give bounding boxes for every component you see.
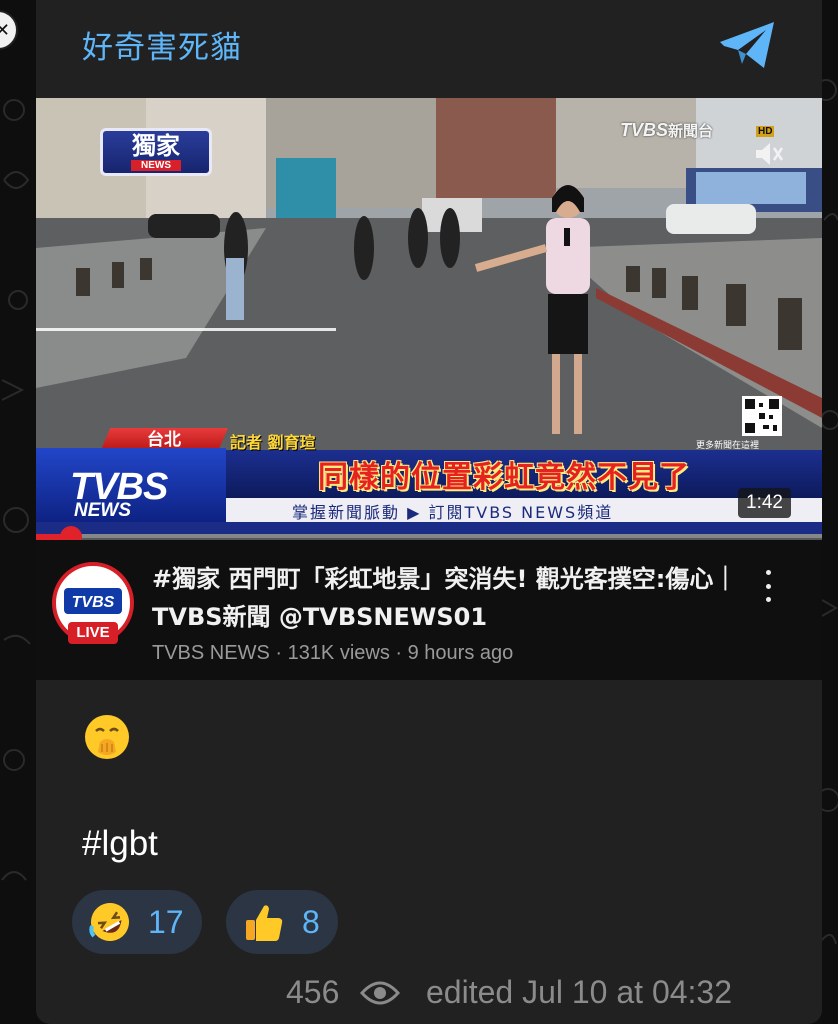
reaction-laughing[interactable]: 17 bbox=[72, 890, 202, 954]
telegram-share-icon[interactable] bbox=[716, 18, 778, 72]
hashtag-link[interactable]: #lgbt bbox=[82, 824, 158, 864]
exclusive-badge-text: 獨家 bbox=[132, 131, 180, 160]
live-badge: LIVE bbox=[68, 622, 118, 644]
eye-icon bbox=[360, 981, 400, 1005]
qr-code-pattern bbox=[745, 399, 779, 433]
channel-avatar-edge[interactable]: ✕ bbox=[0, 10, 18, 50]
reporter-tag: 記者 劉育瑄 bbox=[230, 433, 316, 452]
exclusive-badge: 獨家 NEWS bbox=[100, 128, 212, 176]
channel-bug-suffix: 新聞台 bbox=[668, 123, 714, 140]
qr-code bbox=[742, 396, 782, 436]
channel-bug-text: TVBS bbox=[620, 120, 669, 140]
avatar-logo-text: TVBS bbox=[72, 594, 115, 611]
ticker-text: 掌握新聞脈動 ▶ 訂閱TVBS NEWS頻道 bbox=[292, 503, 614, 522]
mute-icon[interactable] bbox=[752, 140, 784, 168]
reaction-count: 17 bbox=[148, 903, 184, 940]
video-title[interactable]: #獨家 西門町「彩虹地景」突消失! 觀光客撲空:傷心｜ TVBS新聞 @TVBS… bbox=[152, 560, 752, 636]
reaction-thumbs-up[interactable]: 8 bbox=[226, 890, 338, 954]
hd-badge: HD bbox=[756, 126, 775, 137]
more-vertical-icon[interactable] bbox=[756, 566, 780, 606]
video-meta: TVBS LIVE #獨家 西門町「彩虹地景」突消失! 觀光客撲空:傷心｜ TV… bbox=[36, 540, 822, 680]
video-duration: 1:42 bbox=[738, 488, 791, 518]
ticker-bottom-bar bbox=[36, 522, 822, 534]
news-logo: NEWS bbox=[74, 500, 131, 521]
thumbs-up-emoji bbox=[246, 905, 283, 941]
rolling-on-floor-laughing-emoji bbox=[89, 903, 129, 941]
view-count: 456 bbox=[286, 974, 340, 1010]
exclusive-badge-sub: NEWS bbox=[131, 159, 181, 171]
headline: 同樣的位置彩虹竟然不見了 bbox=[318, 460, 690, 495]
video-subtitle: TVBS NEWS · 131K views · 9 hours ago bbox=[152, 642, 514, 664]
reaction-count: 8 bbox=[302, 903, 320, 940]
edited-timestamp: edited Jul 10 at 04:32 bbox=[426, 974, 733, 1010]
channel-title[interactable]: 好奇害死貓 bbox=[82, 22, 242, 67]
message-bubble: 好奇害死貓 獨家 NEWS TVBS新聞台 HD 更多新聞在這裡 台北 記者 劉… bbox=[36, 0, 822, 1024]
video-thumbnail[interactable]: 獨家 NEWS TVBS新聞台 HD 更多新聞在這裡 台北 記者 劉育瑄 同樣的… bbox=[36, 98, 822, 538]
tvbs-avatar-logo: TVBS bbox=[64, 588, 122, 614]
hand-over-mouth-emoji bbox=[85, 715, 129, 759]
message-header: 好奇害死貓 bbox=[36, 0, 822, 98]
channel-bug: TVBS新聞台 bbox=[620, 120, 713, 141]
message-footer: 456 edited Jul 10 at 04:32 bbox=[286, 974, 786, 1014]
